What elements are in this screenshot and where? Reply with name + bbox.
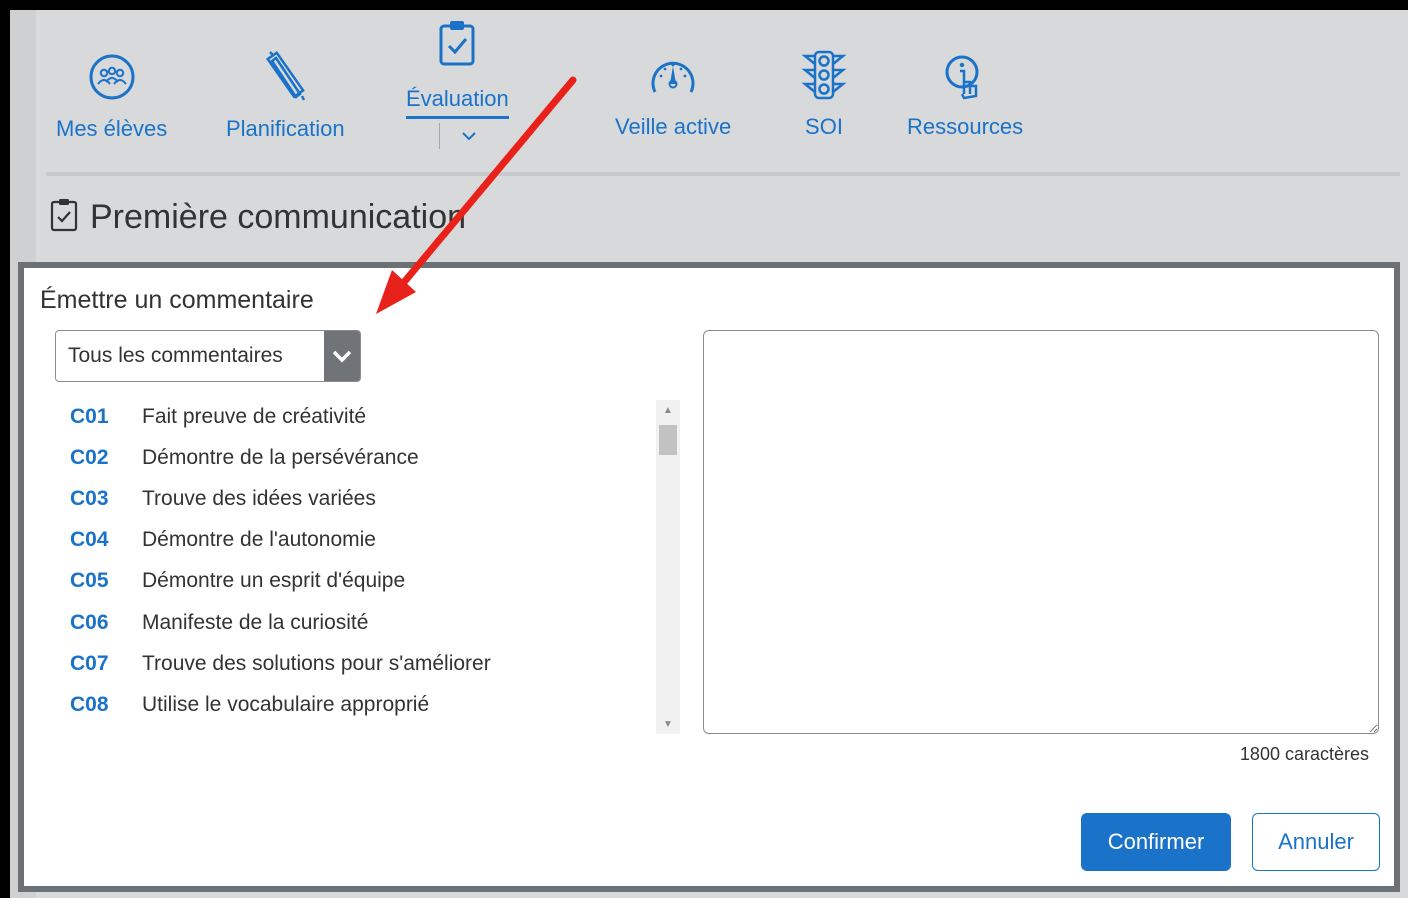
nav-label: Planification (226, 116, 345, 141)
list-item[interactable]: C01 Fait preuve de créativité (70, 396, 670, 437)
comment-code: C02 (70, 445, 109, 469)
select-value: Tous les commentaires (68, 344, 283, 367)
main-nav: Mes élèves Planification Évaluation Veil… (36, 10, 1408, 170)
nav-item-evaluation[interactable]: Évaluation (406, 20, 509, 149)
page-header: Première communication (50, 198, 466, 237)
comment-code: C01 (70, 404, 109, 428)
comment-text: Trouve des solutions pour s'améliorer (142, 651, 491, 675)
comment-code: C05 (70, 569, 109, 593)
comment-text: Démontre de l'autonomie (142, 528, 376, 552)
comment-list-scrollbar[interactable]: ▲ ▼ (656, 400, 680, 734)
nav-item-planification[interactable]: Planification (226, 50, 345, 142)
scroll-up-arrow-icon[interactable]: ▲ (656, 400, 680, 420)
comment-code: C08 (70, 692, 109, 716)
gauge-icon (647, 54, 699, 100)
comment-text: Trouve des idées variées (142, 486, 376, 510)
nav-divider (46, 172, 1400, 176)
nav-label: Mes élèves (56, 116, 168, 141)
nav-item-ressources[interactable]: Ressources (907, 50, 1023, 140)
scroll-down-arrow-icon[interactable]: ▼ (656, 714, 680, 734)
scrollbar-thumb[interactable] (659, 425, 677, 455)
list-item[interactable]: C07 Trouve des solutions pour s'améliore… (70, 643, 670, 684)
cancel-button[interactable]: Annuler (1252, 813, 1380, 871)
list-item[interactable]: C06 Manifeste de la curiosité (70, 602, 670, 643)
comment-text: Démontre de la persévérance (142, 445, 419, 469)
comment-text: Démontre un esprit d'équipe (142, 569, 406, 593)
comment-dialog: Émettre un commentaire Tous les commenta… (18, 262, 1400, 892)
traffic-light-icon (801, 50, 847, 102)
character-counter: 1800 caractères (1239, 744, 1369, 764)
comment-filter-select[interactable]: Tous les commentaires (55, 330, 361, 382)
clipboard-check-icon (437, 20, 477, 66)
list-item[interactable]: C04 Démontre de l'autonomie (70, 520, 670, 561)
nav-label: SOI (805, 114, 843, 139)
ruler-pencil-icon (260, 50, 310, 102)
list-item[interactable]: C02 Démontre de la persévérance (70, 437, 670, 478)
list-item[interactable]: C05 Démontre un esprit d'équipe (70, 561, 670, 602)
page-title: Première communication (90, 198, 467, 236)
comment-text: Fait preuve de créativité (142, 404, 367, 428)
nav-item-soi[interactable]: SOI (801, 50, 847, 140)
comment-text: Manifeste de la curiosité (142, 610, 369, 634)
comment-list: C01 Fait preuve de créativité C02 Démont… (70, 396, 670, 726)
nav-item-veille-active[interactable]: Veille active (615, 54, 731, 140)
nav-label: Ressources (907, 114, 1024, 139)
comment-textarea[interactable] (703, 330, 1379, 734)
comment-text: Utilise le vocabulaire approprié (142, 692, 430, 716)
confirm-button[interactable]: Confirmer (1081, 813, 1231, 871)
nav-label: Évaluation (406, 86, 509, 119)
info-hand-icon (940, 50, 990, 102)
nav-item-mes-eleves[interactable]: Mes élèves (56, 52, 167, 142)
list-item[interactable]: C08 Utilise le vocabulaire approprié (70, 684, 670, 725)
comment-code: C04 (70, 528, 109, 552)
chevron-down-icon[interactable] (438, 123, 476, 149)
comment-code: C03 (70, 486, 109, 510)
list-item[interactable]: C03 Trouve des idées variées (70, 478, 670, 519)
nav-label: Veille active (615, 114, 732, 139)
chevron-down-icon[interactable] (324, 331, 360, 381)
comment-code: C07 (70, 651, 109, 675)
students-group-icon (87, 52, 137, 102)
dialog-title: Émettre un commentaire (40, 286, 314, 314)
clipboard-check-icon (50, 198, 78, 237)
comment-code: C06 (70, 610, 109, 634)
